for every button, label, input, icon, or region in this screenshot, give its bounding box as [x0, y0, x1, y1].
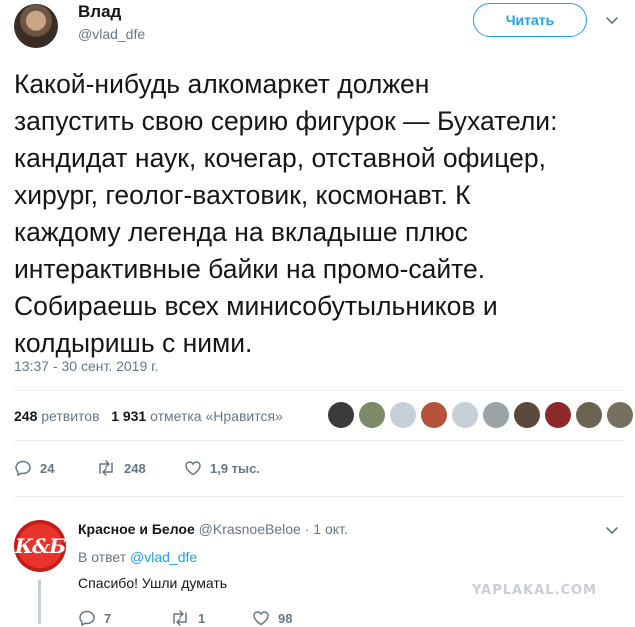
chevron-down-icon[interactable]	[604, 12, 620, 28]
author-avatar[interactable]	[14, 4, 58, 48]
reply-reply-action[interactable]: 7	[78, 609, 170, 627]
reply-text: Спасибо! Ушли думать	[78, 575, 228, 591]
thread-line	[38, 580, 41, 624]
likes-label: отметка «Нравится»	[150, 408, 283, 424]
liker-avatar[interactable]	[359, 402, 385, 428]
liker-avatar[interactable]	[328, 402, 354, 428]
divider	[14, 440, 624, 441]
retweet-icon	[96, 459, 116, 477]
retweet-count: 248	[124, 460, 146, 476]
reply-icon	[14, 459, 32, 477]
reply-author-handle[interactable]: @KrasnoeBeloe	[199, 521, 301, 537]
liker-avatar[interactable]	[483, 402, 509, 428]
liker-avatar[interactable]	[421, 402, 447, 428]
liker-avatar[interactable]	[452, 402, 478, 428]
reply-retweet-action[interactable]: 1	[170, 609, 252, 627]
liker-avatar[interactable]	[576, 402, 602, 428]
heart-icon	[252, 609, 270, 627]
reply-reply-count: 7	[104, 610, 112, 626]
likes-stat[interactable]: 1 931 отметка «Нравится»	[111, 408, 283, 424]
author-name[interactable]: Влад	[78, 2, 121, 22]
liker-avatar[interactable]	[390, 402, 416, 428]
likes-count: 1 931	[111, 408, 147, 424]
like-count: 1,9 тыс.	[210, 460, 260, 476]
likers-avatars	[328, 402, 633, 428]
reply-actions: 7 1 98	[78, 609, 292, 627]
reply-action[interactable]: 24	[14, 459, 96, 477]
retweet-icon	[170, 609, 190, 627]
reply-like-count: 98	[278, 610, 293, 626]
retweets-count: 248	[14, 408, 38, 424]
like-action[interactable]: 1,9 тыс.	[184, 459, 260, 477]
tweet-timestamp[interactable]: 13:37 - 30 сент. 2019 г.	[14, 358, 158, 374]
heart-icon	[184, 459, 202, 477]
reply-date[interactable]: 1 окт.	[313, 521, 348, 537]
reply-header: Красное и Белое @KrasnoeBeloe · 1 окт.	[78, 521, 348, 537]
reply-author-avatar[interactable]: К&Б	[14, 520, 66, 572]
tweet-stats: 248 ретвитов 1 931 отметка «Нравится»	[14, 408, 283, 424]
in-reply-to: В ответ @vlad_dfe	[78, 549, 197, 565]
liker-avatar[interactable]	[514, 402, 540, 428]
reply-count: 24	[40, 460, 55, 476]
tweet-text: Какой-нибудь алкомаркет должен запустить…	[14, 69, 558, 358]
retweets-stat[interactable]: 248 ретвитов	[14, 408, 100, 424]
follow-button[interactable]: Читать	[473, 3, 587, 37]
divider	[14, 496, 624, 497]
reply-like-action[interactable]: 98	[252, 609, 292, 627]
reply-retweet-count: 1	[198, 610, 206, 626]
in-reply-to-label: В ответ	[78, 549, 127, 565]
liker-avatar[interactable]	[607, 402, 633, 428]
meta-separator: ·	[304, 521, 310, 537]
brand-logo: К&Б	[14, 534, 66, 558]
watermark: YAPLAKAL.COM	[472, 583, 597, 598]
reply-author-name[interactable]: Красное и Белое	[78, 521, 195, 537]
retweet-action[interactable]: 248	[96, 459, 184, 477]
liker-avatar[interactable]	[545, 402, 571, 428]
chevron-down-icon[interactable]	[604, 522, 620, 538]
reply-icon	[78, 609, 96, 627]
divider	[14, 390, 624, 391]
tweet-actions: 24 248 1,9 тыс.	[14, 458, 260, 478]
retweets-label: ретвитов	[41, 408, 100, 424]
in-reply-to-link[interactable]: @vlad_dfe	[130, 549, 197, 565]
author-handle[interactable]: @vlad_dfe	[78, 26, 145, 42]
